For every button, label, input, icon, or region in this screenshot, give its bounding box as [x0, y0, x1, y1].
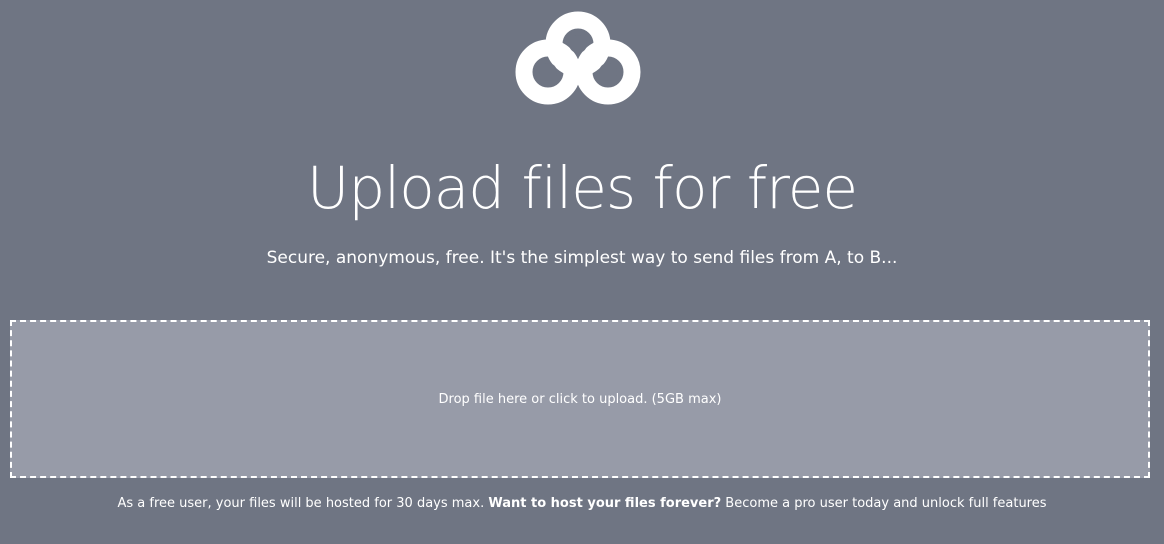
free-user-notice: As a free user, your files will be hoste… — [0, 494, 1164, 514]
notice-text-suffix: Become a pro user today and unlock full … — [721, 496, 1047, 511]
notice-cta: Want to host your files forever? — [488, 496, 722, 511]
page-title: Upload files for free — [306, 154, 858, 222]
file-dropzone[interactable]: Drop file here or click to upload. (5GB … — [10, 320, 1150, 478]
page-subtitle: Secure, anonymous, free. It's the simple… — [266, 248, 898, 268]
cloud-infinity-logo-icon — [514, 10, 642, 106]
dropzone-label: Drop file here or click to upload. (5GB … — [438, 391, 722, 407]
notice-text-prefix: As a free user, your files will be hoste… — [117, 496, 489, 511]
